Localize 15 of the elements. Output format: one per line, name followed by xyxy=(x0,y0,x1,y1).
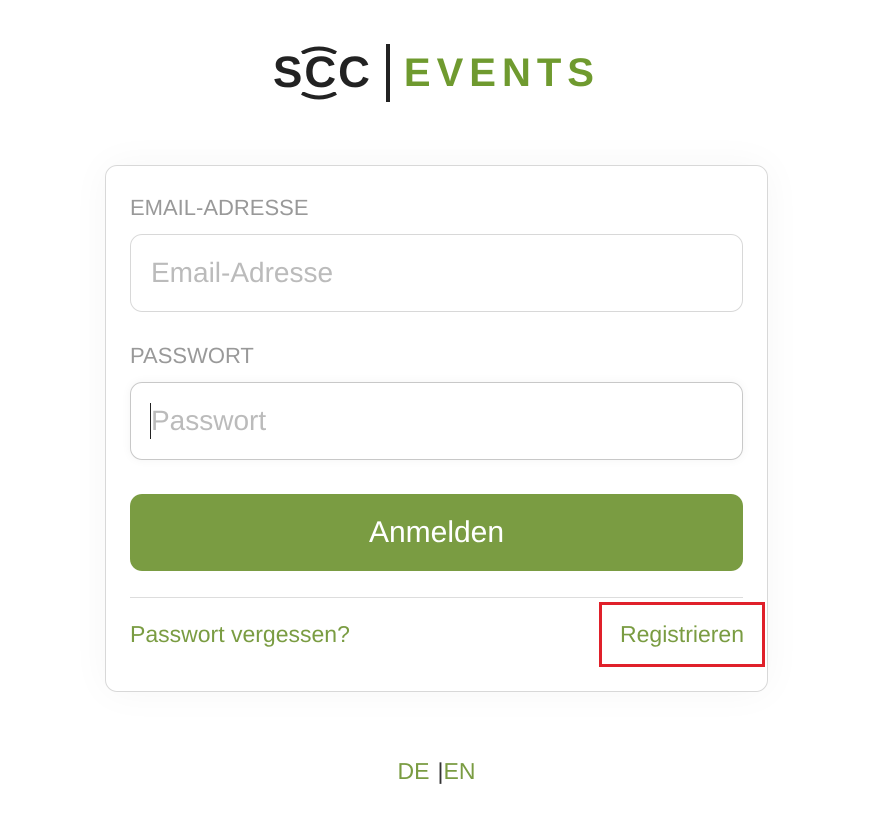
logo-arc-icon xyxy=(299,92,340,102)
field-label: EMAIL-ADRESSE xyxy=(130,194,310,222)
logo-brand: SCC xyxy=(273,56,372,90)
logo-arc-icon xyxy=(299,44,340,54)
language-link[interactable]: EN xyxy=(443,754,476,788)
input-field[interactable]: Passwort xyxy=(130,382,743,460)
text-cursor xyxy=(150,403,151,439)
language-separator: | xyxy=(438,756,444,786)
language-link[interactable]: DE xyxy=(398,754,430,788)
field-label: PASSWORT xyxy=(130,342,255,370)
text-link[interactable]: Registrieren xyxy=(599,602,765,666)
login-button[interactable]: Anmelden xyxy=(130,494,743,571)
input-field[interactable]: Email-Adresse xyxy=(130,234,743,312)
logo-product: EVENTS xyxy=(404,53,600,93)
text-link[interactable]: Passwort vergessen? xyxy=(130,605,350,664)
